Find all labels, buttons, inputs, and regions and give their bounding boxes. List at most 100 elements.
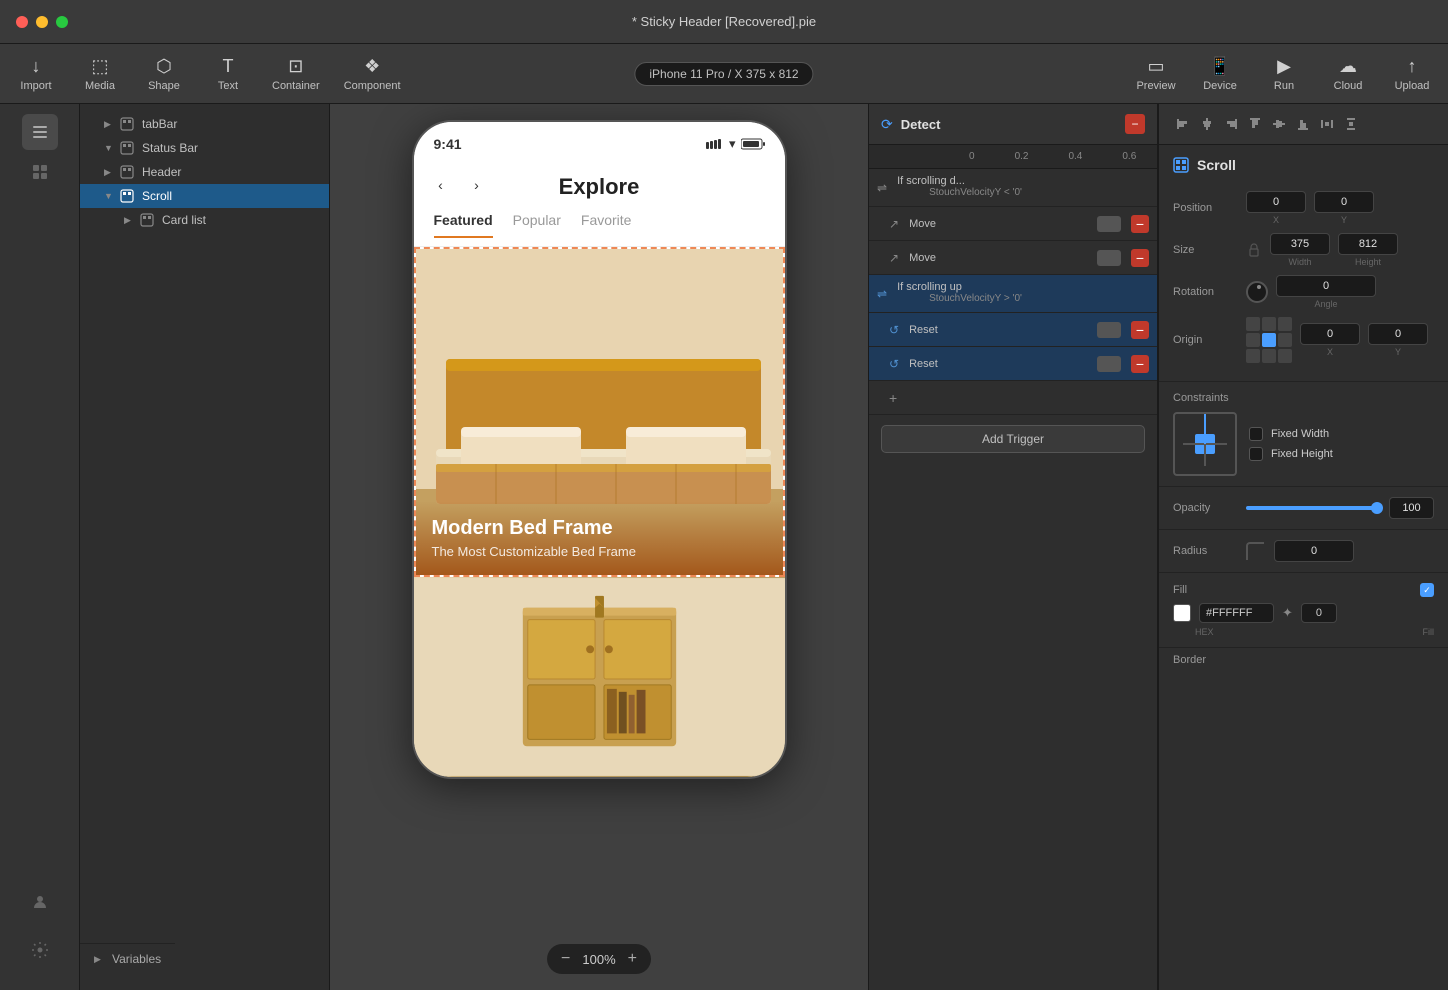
fixed-width-option[interactable]: Fixed Width xyxy=(1249,427,1333,441)
align-top-edges[interactable] xyxy=(1245,114,1265,134)
add-trigger-button[interactable]: Add Trigger xyxy=(881,425,1145,453)
reset1-remove[interactable]: − xyxy=(1131,321,1149,339)
layer-expand-scroll[interactable]: ▼ xyxy=(104,191,116,201)
fixed-height-option[interactable]: Fixed Height xyxy=(1249,447,1333,461)
detect-minus[interactable]: − xyxy=(1125,114,1145,134)
origin-y-input[interactable] xyxy=(1368,323,1428,345)
trigger-row-move2[interactable]: ↗ Move − xyxy=(869,241,1157,275)
fill-opacity-input[interactable] xyxy=(1301,603,1337,623)
layer-expand-header[interactable]: ▶ xyxy=(104,167,116,178)
tab-featured[interactable]: Featured xyxy=(434,212,493,238)
origin-grid[interactable] xyxy=(1246,317,1292,363)
origin-bl[interactable] xyxy=(1246,349,1260,363)
radius-value[interactable] xyxy=(1274,540,1354,562)
origin-br[interactable] xyxy=(1278,349,1292,363)
close-button[interactable] xyxy=(16,16,28,28)
fixed-height-checkbox[interactable] xyxy=(1249,447,1263,461)
run-button[interactable]: ▶ Run xyxy=(1264,56,1304,92)
opacity-value[interactable] xyxy=(1389,497,1434,519)
container-button[interactable]: ⊡ Container xyxy=(272,56,320,92)
layer-expand-tabbar[interactable]: ▶ xyxy=(104,119,116,130)
origin-bc[interactable] xyxy=(1262,349,1276,363)
position-x-input[interactable] xyxy=(1246,191,1306,213)
origin-tc[interactable] xyxy=(1262,317,1276,331)
fill-color-swatch[interactable] xyxy=(1173,604,1191,622)
device-badge[interactable]: iPhone 11 Pro / X 375 x 812 xyxy=(634,62,813,86)
align-center-v[interactable] xyxy=(1269,114,1289,134)
eyedropper-icon[interactable]: ✦ xyxy=(1282,605,1293,621)
align-bottom-edges[interactable] xyxy=(1293,114,1313,134)
shape-button[interactable]: ⬡ Shape xyxy=(144,56,184,92)
layer-item-header[interactable]: ▶ Header xyxy=(80,160,329,184)
move1-remove[interactable]: − xyxy=(1131,215,1149,233)
timeline-ruler: 0 0.2 0.4 0.6 0.8 xyxy=(869,145,1157,169)
opacity-slider[interactable] xyxy=(1246,506,1381,510)
move2-remove[interactable]: − xyxy=(1131,249,1149,267)
layer-expand-statusbar[interactable]: ▼ xyxy=(104,143,116,153)
origin-mr[interactable] xyxy=(1278,333,1292,347)
origin-mc[interactable] xyxy=(1262,333,1276,347)
align-right-edges[interactable] xyxy=(1221,114,1241,134)
origin-x-input[interactable] xyxy=(1300,323,1360,345)
upload-button[interactable]: ↑ Upload xyxy=(1392,56,1432,92)
nav-back-arrow[interactable]: ‹ xyxy=(426,170,456,200)
align-left-edges[interactable] xyxy=(1173,114,1193,134)
layer-item-statusbar[interactable]: ▼ Status Bar xyxy=(80,136,329,160)
fill-enabled-checkbox[interactable]: ✓ xyxy=(1420,583,1434,597)
user-icon[interactable] xyxy=(22,884,58,920)
wifi-icon: ▾ xyxy=(729,136,736,152)
lock-icon[interactable] xyxy=(1246,242,1262,258)
fixed-width-checkbox[interactable] xyxy=(1249,427,1263,441)
tab-favorite[interactable]: Favorite xyxy=(581,212,632,238)
trigger-row-scrolldown[interactable]: ⇌ If scrolling d... StouchVelocityY < '0… xyxy=(869,169,1157,207)
canvas-area[interactable]: 9:41 ▾ xyxy=(330,104,868,990)
trigger-row-scrollup[interactable]: ⇌ If scrolling up StouchVelocityY > '0' xyxy=(869,275,1157,313)
layer-expand-cardlist[interactable]: ▶ xyxy=(124,215,136,226)
rotation-row: Rotation Angle xyxy=(1173,275,1434,309)
zoom-out-button[interactable]: − xyxy=(561,950,570,968)
media-button[interactable]: ⬚ Media xyxy=(80,56,120,92)
variables-item[interactable]: ▶ Variables xyxy=(80,943,175,974)
cloud-button[interactable]: ☁ Cloud xyxy=(1328,56,1368,92)
trigger-row-plus[interactable]: + xyxy=(869,381,1157,415)
zoom-in-button[interactable]: + xyxy=(628,950,637,968)
distribute-v[interactable] xyxy=(1341,114,1361,134)
layer-item-tabbar[interactable]: ▶ tabBar xyxy=(80,112,329,136)
variables-section[interactable]: ▶ Variables xyxy=(80,943,175,974)
fill-section: Fill ✓ ✦ HEX Fill xyxy=(1159,573,1448,648)
tab-popular[interactable]: Popular xyxy=(513,212,561,238)
fill-color-row: ✦ xyxy=(1173,603,1434,623)
component-button[interactable]: ❖ Component xyxy=(344,56,401,92)
rotation-angle-input[interactable] xyxy=(1276,275,1376,297)
origin-y-label: Y xyxy=(1395,347,1401,357)
fill-hex-input[interactable] xyxy=(1199,603,1274,623)
components-panel-icon[interactable] xyxy=(22,154,58,190)
size-height-input[interactable] xyxy=(1338,233,1398,255)
align-center-h[interactable] xyxy=(1197,114,1217,134)
distribute-h[interactable] xyxy=(1317,114,1337,134)
layer-item-scroll[interactable]: ▼ Scroll xyxy=(80,184,329,208)
maximize-button[interactable] xyxy=(56,16,68,28)
trigger-row-reset1[interactable]: ↺ Reset − xyxy=(869,313,1157,347)
size-width-input[interactable] xyxy=(1270,233,1330,255)
position-y-input[interactable] xyxy=(1314,191,1374,213)
layers-panel-icon[interactable] xyxy=(22,114,58,150)
detect-icon: ⟳ xyxy=(881,116,893,133)
origin-ml[interactable] xyxy=(1246,333,1260,347)
radius-row: Radius xyxy=(1173,540,1434,562)
rotation-wheel[interactable] xyxy=(1246,281,1268,303)
nav-forward-arrow[interactable]: › xyxy=(462,170,492,200)
origin-tr[interactable] xyxy=(1278,317,1292,331)
minimize-button[interactable] xyxy=(36,16,48,28)
layer-item-cardlist[interactable]: ▶ Card list xyxy=(80,208,329,232)
device-button[interactable]: 📱 Device xyxy=(1200,56,1240,92)
preview-button[interactable]: ▭ Preview xyxy=(1136,56,1176,92)
settings-icon[interactable] xyxy=(22,932,58,968)
text-button[interactable]: T Text xyxy=(208,56,248,92)
import-button[interactable]: ↓ Import xyxy=(16,56,56,92)
origin-tl[interactable] xyxy=(1246,317,1260,331)
trigger-row-reset2[interactable]: ↺ Reset − xyxy=(869,347,1157,381)
reset2-remove[interactable]: − xyxy=(1131,355,1149,373)
detect-title: Detect xyxy=(901,117,941,132)
trigger-row-move1[interactable]: ↗ Move − xyxy=(869,207,1157,241)
